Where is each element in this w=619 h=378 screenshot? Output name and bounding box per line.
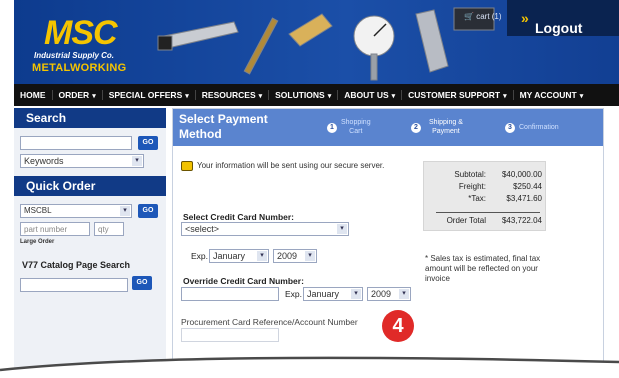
chevron-down-icon: ▾ xyxy=(337,224,347,234)
exp-year-select[interactable]: 2009 ▾ xyxy=(273,249,317,263)
search-go-button[interactable]: GO xyxy=(138,136,158,150)
tax-row: *Tax: $3,471.60 xyxy=(468,194,542,203)
chevron-down-icon: ▾ xyxy=(120,206,130,216)
logo-wordmark: MSC xyxy=(44,14,118,52)
quick-order-select[interactable]: MSCBL ▾ xyxy=(20,204,132,218)
cart-icon: 🛒 xyxy=(464,12,474,21)
search-heading: Search xyxy=(14,108,166,128)
logout-button[interactable]: Logout » xyxy=(507,0,619,36)
catalog-go-button[interactable]: GO xyxy=(132,276,152,290)
summary-divider xyxy=(436,212,540,213)
override-exp-month-select[interactable]: January ▾ xyxy=(303,287,363,301)
nav-customer-support[interactable]: CUSTOMER SUPPORT ▾ xyxy=(402,90,514,100)
nav-solutions[interactable]: SOLUTIONS ▾ xyxy=(269,90,339,100)
freight-row: Freight: $250.44 xyxy=(458,182,542,191)
caret-icon: ▾ xyxy=(391,93,396,100)
step-2-marker: 2 xyxy=(411,123,421,133)
override-card-label: Override Credit Card Number: xyxy=(183,276,304,286)
chevron-down-icon: ▾ xyxy=(399,289,409,299)
logo-division: METALWORKING xyxy=(32,62,127,74)
caret-icon: ▾ xyxy=(185,93,189,100)
caret-icon: ▾ xyxy=(92,93,96,100)
part-number-input[interactable]: part number xyxy=(20,222,90,236)
chevron-down-icon: ▾ xyxy=(351,289,361,299)
search-scope-select[interactable]: Keywords ▾ xyxy=(20,154,144,168)
panel-header: Select Payment Method 1 Shopping Cart 2 … xyxy=(173,109,603,146)
secure-server-note: Your information will be sent using our … xyxy=(197,161,385,170)
search-input[interactable] xyxy=(20,136,132,150)
caret-icon: ▾ xyxy=(327,93,332,100)
order-summary: Subtotal: $40,000.00 Freight: $250.44 *T… xyxy=(423,161,546,231)
caret-icon: ▾ xyxy=(258,93,263,100)
chevron-down-icon: ▾ xyxy=(132,156,142,166)
cart-label: cart (1) xyxy=(476,12,502,21)
caret-icon: ▾ xyxy=(579,93,584,100)
main-nav: HOME ORDER ▾ SPECIAL OFFERS ▾ RESOURCES ▾ S… xyxy=(14,84,619,106)
logout-label: Logout xyxy=(535,20,583,36)
credit-card-select-label: Select Credit Card Number: xyxy=(183,212,294,222)
page-title: Select Payment Method xyxy=(179,112,268,141)
chevron-down-icon: ▾ xyxy=(257,251,267,261)
caret-icon: ▾ xyxy=(503,93,507,100)
catalog-page-input[interactable] xyxy=(20,278,128,292)
double-chevron-icon: » xyxy=(521,10,529,26)
procurement-input[interactable] xyxy=(181,328,279,342)
override-card-input[interactable] xyxy=(181,287,279,301)
quantity-input[interactable]: qty xyxy=(94,222,124,236)
catalog-search-label: V77 Catalog Page Search xyxy=(22,260,131,270)
step-1-label[interactable]: Shopping Cart xyxy=(341,118,371,136)
nav-special-offers[interactable]: SPECIAL OFFERS ▾ xyxy=(103,90,196,100)
nav-order[interactable]: ORDER ▾ xyxy=(53,90,103,100)
quick-order-go-button[interactable]: GO xyxy=(138,204,158,218)
step-callout-badge: 4 xyxy=(382,310,414,342)
exp-label: Exp. xyxy=(191,251,209,261)
nav-about-us[interactable]: ABOUT US ▾ xyxy=(338,90,403,100)
override-exp-label: Exp. xyxy=(285,289,303,299)
sidebar: Search GO Keywords ▾ Quick Order MSCBL ▾… xyxy=(14,108,166,378)
tax-disclaimer: * Sales tax is estimated, final tax amou… xyxy=(425,254,541,283)
tools-banner-image xyxy=(157,7,495,81)
step-3-label: Confirmation xyxy=(519,124,559,131)
large-order-link[interactable]: Large Order xyxy=(20,239,54,245)
step-3-marker: 3 xyxy=(505,123,515,133)
quick-order-heading: Quick Order xyxy=(14,176,166,196)
override-exp-year-select[interactable]: 2009 ▾ xyxy=(367,287,411,301)
nav-resources[interactable]: RESOURCES ▾ xyxy=(196,90,270,100)
site-header: MSC Industrial Supply Co. METALWORKING 🛒… xyxy=(14,0,619,84)
page-curl-decoration xyxy=(0,356,619,378)
msc-logo[interactable]: MSC Industrial Supply Co. METALWORKING xyxy=(32,14,152,76)
chevron-down-icon: ▾ xyxy=(305,251,315,261)
subtotal-row: Subtotal: $40,000.00 xyxy=(454,170,542,179)
procurement-label: Procurement Card Reference/Account Numbe… xyxy=(181,317,358,327)
logo-tagline: Industrial Supply Co. xyxy=(34,51,115,60)
cart-link[interactable]: 🛒 cart (1) xyxy=(464,12,502,21)
nav-my-account[interactable]: MY ACCOUNT ▾ xyxy=(514,90,590,100)
step-2-label: Shipping & Payment xyxy=(429,119,463,135)
step-1-marker: 1 xyxy=(327,123,337,133)
exp-month-select[interactable]: January ▾ xyxy=(209,249,269,263)
nav-home[interactable]: HOME xyxy=(14,90,53,100)
credit-card-select[interactable]: <select> ▾ xyxy=(181,222,349,236)
order-total-row: Order Total $43,722.04 xyxy=(446,216,542,225)
